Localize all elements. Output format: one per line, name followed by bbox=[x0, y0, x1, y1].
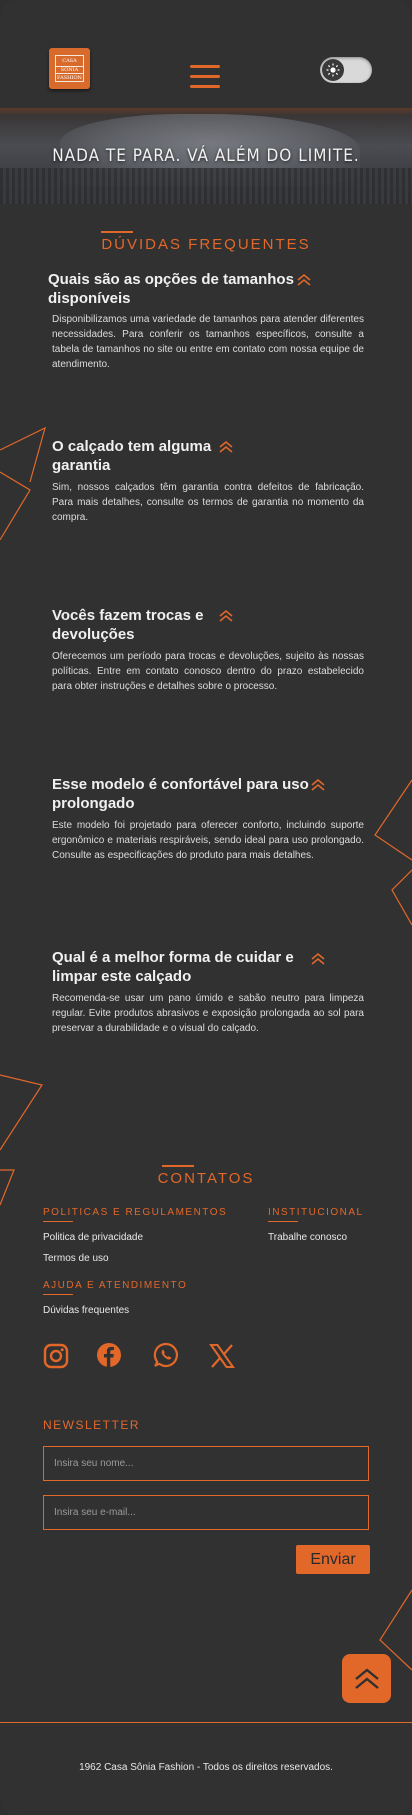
deco-shape-right-1 bbox=[374, 779, 412, 861]
link-work-with-us[interactable]: Trabalhe conosco bbox=[268, 1232, 347, 1243]
sun-icon bbox=[322, 59, 344, 81]
logo-line-3: FASHION bbox=[57, 75, 82, 81]
chevron-up-icon[interactable] bbox=[218, 440, 234, 454]
newsletter-email-input[interactable] bbox=[43, 1495, 369, 1530]
whatsapp-icon[interactable] bbox=[153, 1342, 179, 1368]
faq-question-4[interactable]: Esse modelo é confortável para uso prolo… bbox=[52, 775, 310, 813]
logo-line-1: CASA bbox=[62, 58, 77, 64]
help-underline bbox=[43, 1294, 73, 1295]
link-privacy-policy[interactable]: Politica de privacidade bbox=[43, 1232, 143, 1243]
logo[interactable]: CASA SÔNIA FASHION bbox=[49, 48, 90, 89]
deco-shape-left-1 bbox=[0, 426, 46, 483]
policies-title: POLITICAS E REGULAMENTOS bbox=[43, 1207, 228, 1218]
menu-icon-bar bbox=[190, 85, 220, 88]
faq-answer-2: Sim, nossos calçados têm garantia contra… bbox=[52, 482, 364, 523]
faq-answer-4: Este modelo foi projetado para oferecer … bbox=[52, 820, 364, 861]
site-header: CASA SÔNIA FASHION bbox=[0, 0, 412, 108]
logo-frame: CASA SÔNIA FASHION bbox=[55, 55, 84, 82]
page: CASA SÔNIA FASHION NADA TE PARA. VÁ ALÉM… bbox=[0, 0, 412, 1815]
back-to-top-button[interactable] bbox=[342, 1654, 391, 1703]
faq-question-5[interactable]: Qual é a melhor forma de cuidar e limpar… bbox=[52, 948, 300, 986]
footer-divider bbox=[0, 1722, 412, 1723]
deco-shape-left-3 bbox=[0, 1074, 43, 1151]
banner-tagline: NADA TE PARA. VÁ ALÉM DO LIMITE. bbox=[52, 146, 360, 166]
chevron-up-icon[interactable] bbox=[296, 273, 312, 287]
policies-underline bbox=[43, 1221, 73, 1222]
link-terms-of-use[interactable]: Termos de uso bbox=[43, 1253, 109, 1264]
deco-shape-left-2 bbox=[0, 471, 31, 541]
institutional-underline bbox=[268, 1221, 298, 1222]
contacts-title: CONTATOS bbox=[157, 1170, 255, 1187]
double-chevron-up-icon bbox=[354, 1667, 379, 1689]
faq-question-1[interactable]: Quais são as opções de tamanhos disponív… bbox=[48, 270, 296, 308]
contacts-title-underline bbox=[162, 1165, 194, 1167]
help-title: AJUDA E ATENDIMENTO bbox=[43, 1280, 188, 1291]
newsletter-title: NEWSLETTER bbox=[43, 1418, 141, 1432]
newsletter-name-input[interactable] bbox=[43, 1446, 369, 1481]
faq-title: DÚVIDAS FREQUENTES bbox=[101, 236, 311, 253]
menu-icon-bar bbox=[190, 75, 220, 78]
theme-toggle[interactable] bbox=[320, 57, 372, 83]
chevron-up-icon[interactable] bbox=[310, 778, 326, 792]
menu-icon-bar bbox=[190, 65, 220, 68]
faq-question-2[interactable]: O calçado tem alguma garantia bbox=[52, 437, 222, 475]
send-button[interactable]: Enviar bbox=[296, 1545, 370, 1574]
faq-question-3[interactable]: Vocês fazem trocas e devoluções bbox=[52, 606, 222, 644]
menu-icon[interactable] bbox=[190, 65, 220, 89]
banner-ground bbox=[0, 168, 412, 204]
faq-title-underline bbox=[101, 231, 133, 233]
institutional-title: INSTITUCIONAL bbox=[268, 1207, 364, 1218]
chevron-up-icon[interactable] bbox=[310, 952, 326, 966]
link-faq[interactable]: Dúvidas frequentes bbox=[43, 1305, 129, 1316]
hero-banner: NADA TE PARA. VÁ ALÉM DO LIMITE. bbox=[0, 108, 412, 204]
instagram-icon[interactable] bbox=[43, 1343, 69, 1369]
faq-answer-3: Oferecemos um período para trocas e devo… bbox=[52, 651, 364, 692]
faq-answer-5: Recomenda-se usar um pano úmido e sabão … bbox=[52, 993, 364, 1034]
copyright-text: 1962 Casa Sônia Fashion - Todos os direi… bbox=[79, 1762, 333, 1773]
chevron-up-icon[interactable] bbox=[218, 609, 234, 623]
x-icon[interactable] bbox=[209, 1343, 235, 1369]
logo-line-2: SÔNIA bbox=[56, 66, 83, 74]
deco-shape-right-2 bbox=[391, 869, 412, 926]
faq-answer-1: Disponibilizamos uma variedade de tamanh… bbox=[52, 314, 364, 370]
facebook-icon[interactable] bbox=[96, 1342, 122, 1368]
